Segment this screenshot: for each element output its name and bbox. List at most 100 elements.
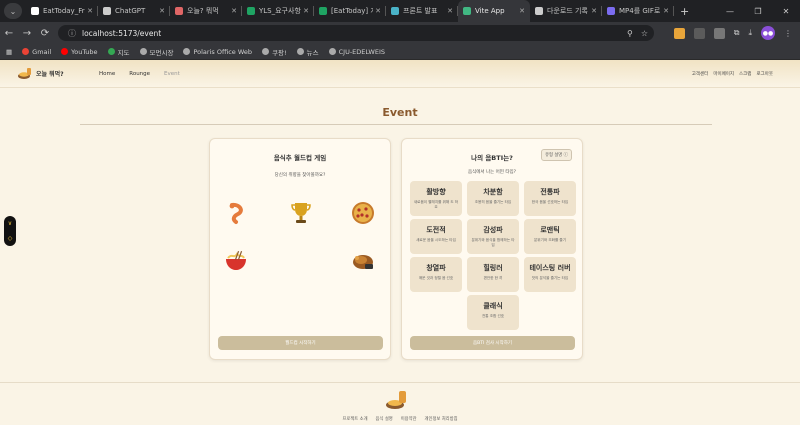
nav-scrap[interactable]: 스크랩 [739,71,751,77]
nav-mypage[interactable]: 마이페이지 [713,71,734,77]
browser-tab[interactable]: 프론트 발표 ✕ [386,0,458,22]
tab-title: [EatToday] 개 [331,7,374,15]
bookmark-favicon-icon [107,48,115,55]
browser-tab[interactable]: ChatGPT ✕ [98,0,170,22]
window-controls: — ❐ ✕ [716,0,800,22]
mbti-type-card[interactable]: 감성파 분위기와 음식을 함께하는 타입 [467,219,519,254]
browser-tab[interactable]: 오늘? 뭐먹 ✕ [170,0,242,22]
nav-event[interactable]: Event [164,71,180,77]
mbti-type-card[interactable]: 로맨틱 분위기와 조화를 즐기 [524,219,576,254]
tab-title: Vite App [475,7,505,15]
bookmark-item[interactable]: 지도 [107,47,130,57]
bookmark-item[interactable]: YouTube [61,47,98,57]
forward-icon[interactable]: → [18,28,36,39]
minimize-icon[interactable]: — [716,7,744,16]
browser-tab[interactable]: [EatToday] 개 ✕ [314,0,386,22]
browser-tab[interactable]: MP4를 GIF로 ✕ [602,0,674,22]
tab-favicon-icon [391,7,399,15]
back-icon[interactable]: ← [0,28,18,39]
logo-text: 오늘 뭐먹? [36,70,64,78]
tab-close-icon[interactable]: ✕ [519,7,525,15]
bookmark-item[interactable]: 쿠팡! [262,47,287,57]
bookmark-item[interactable]: CJU-EDELWEIS [328,47,385,57]
footer-link-food[interactable]: 음식 설명 [376,416,393,422]
browser-tab[interactable]: 다운로드 기록 ✕ [530,0,602,22]
tab-title: EatToday_Fr [43,7,85,15]
footer-link-about[interactable]: 프로젝트 소개 [342,416,367,422]
tab-close-icon[interactable]: ✕ [159,7,165,15]
nav-home[interactable]: Home [99,71,115,77]
bookmark-favicon-icon [22,48,30,55]
mbti-start-button[interactable]: 음BTI 검사 시작하기 [410,336,575,350]
footer-link-terms[interactable]: 이용약관 [401,416,417,422]
mbti-type-card[interactable]: 전통파한국 음을 선호하는 타입 [524,181,576,216]
nav-customer-center[interactable]: 고객센터 [692,71,709,77]
bookmark-favicon-icon [296,48,304,55]
bookmark-star-icon[interactable]: ☆ [641,29,648,38]
mbti-type-card[interactable]: 활방향 새로움이 빨래지를 위해 도 하죠 [410,181,462,216]
mbti-type-name: 도전적 [426,226,446,234]
footer-logo-icon [386,391,406,409]
tab-close-icon[interactable]: ✕ [447,7,453,15]
extensions-puzzle-icon[interactable]: ⧉ [734,28,740,38]
mbti-type-desc: 편안한 한 끼 [483,276,503,280]
mbti-type-name: 힐링러 [483,264,503,272]
extension-icon[interactable] [693,27,705,39]
zoom-icon[interactable]: ⚲ [627,29,633,38]
bookmark-item[interactable]: Gmail [22,47,51,57]
extension-icon[interactable] [673,27,685,39]
bookmark-item[interactable]: Polaris Office Web [183,47,252,57]
reload-icon[interactable]: ⟳ [36,28,54,39]
site-info-icon[interactable]: ⓘ [68,28,76,39]
tab-close-icon[interactable]: ✕ [87,7,93,15]
mbti-type-card[interactable]: 테이스팅 러버 맛의 분석을 즐기는 타입 [524,257,576,292]
gem-icon[interactable]: ◇ [8,235,13,242]
address-bar[interactable]: ⓘ localhost:5173/event ⚲ ☆ [58,25,654,41]
tab-close-icon[interactable]: ✕ [375,7,381,15]
tab-search-button[interactable]: ⌄ [4,3,22,19]
chevron-down-icon[interactable]: ∨ [8,220,12,227]
tab-close-icon[interactable]: ✕ [663,7,669,15]
mbti-type-card[interactable]: 도전적 새로운 음을 시도하는 타입 [410,219,462,254]
trophy-icon [291,203,311,223]
site-logo[interactable]: 오늘 뭐먹? [18,67,64,79]
mbti-type-card[interactable]: 힐링러편안한 한 끼 [467,257,519,292]
bookmark-favicon-icon [183,48,191,55]
new-tab-button[interactable]: + [680,5,689,18]
profile-avatar[interactable]: ●● [761,26,775,40]
bookmark-label: CJU-EDELWEIS [338,47,385,56]
mbti-type-card[interactable]: 클래식 전통 조합 선호 [467,295,519,330]
browser-tab[interactable]: EatToday_Fr ✕ [26,0,98,22]
browser-tab[interactable]: Vite App ✕ [458,0,530,22]
menu-kebab-icon[interactable]: ⋮ [784,29,792,38]
bookmark-list: Gmail YouTube 지도 모먼시장 Polaris Office Web 쿠팡! 뉴… [22,47,395,57]
floating-side-widget[interactable]: ∨ ◇ [4,216,16,246]
extension-icon[interactable] [713,27,725,39]
mbti-type-name: 전통파 [540,188,560,196]
restore-icon[interactable]: ❐ [744,7,772,16]
apps-grid-icon[interactable]: ▦ [6,48,12,56]
nav-logout[interactable]: 로그아웃 [756,71,773,77]
site-footer: 프로젝트 소개 음식 설명 이용약관 개인정보 처리방침 [0,382,800,425]
download-icon[interactable]: ⤓ [748,28,752,38]
mbti-info-button[interactable]: 유형 설명 ⓘ [541,149,572,161]
bookmark-item[interactable]: 뉴스 [296,47,319,57]
mbti-type-card[interactable]: 차분함 조용히 음을 즐기는 타입 [467,181,519,216]
mbti-type-card[interactable]: 창열파 매운 것과 정렬 음 선호 [410,257,462,292]
browser-tab[interactable]: YLS_요구사항 ✕ [242,0,314,22]
tab-favicon-icon [319,7,327,15]
worldcup-start-button[interactable]: 월드컵 시작하기 [218,336,383,350]
nav-rounge[interactable]: Rounge [129,71,150,77]
close-window-icon[interactable]: ✕ [772,7,800,16]
bookmark-item[interactable]: 모먼시장 [139,47,173,57]
footer-link-privacy[interactable]: 개인정보 처리방침 [425,416,458,422]
chicken-icon [353,255,373,269]
tab-favicon-icon [463,7,471,15]
site-header: 오늘 뭐먹? Home Rounge Event 고객센터 마이페이지 스크랩 … [0,60,800,88]
tab-close-icon[interactable]: ✕ [591,7,597,15]
mbti-type-desc: 한국 음을 선호하는 타입 [531,200,569,204]
tab-close-icon[interactable]: ✕ [303,7,309,15]
tab-close-icon[interactable]: ✕ [231,7,237,15]
bookmark-label: YouTube [71,47,98,56]
worldcup-title: 음식추 월드컵 게임 [273,154,327,162]
